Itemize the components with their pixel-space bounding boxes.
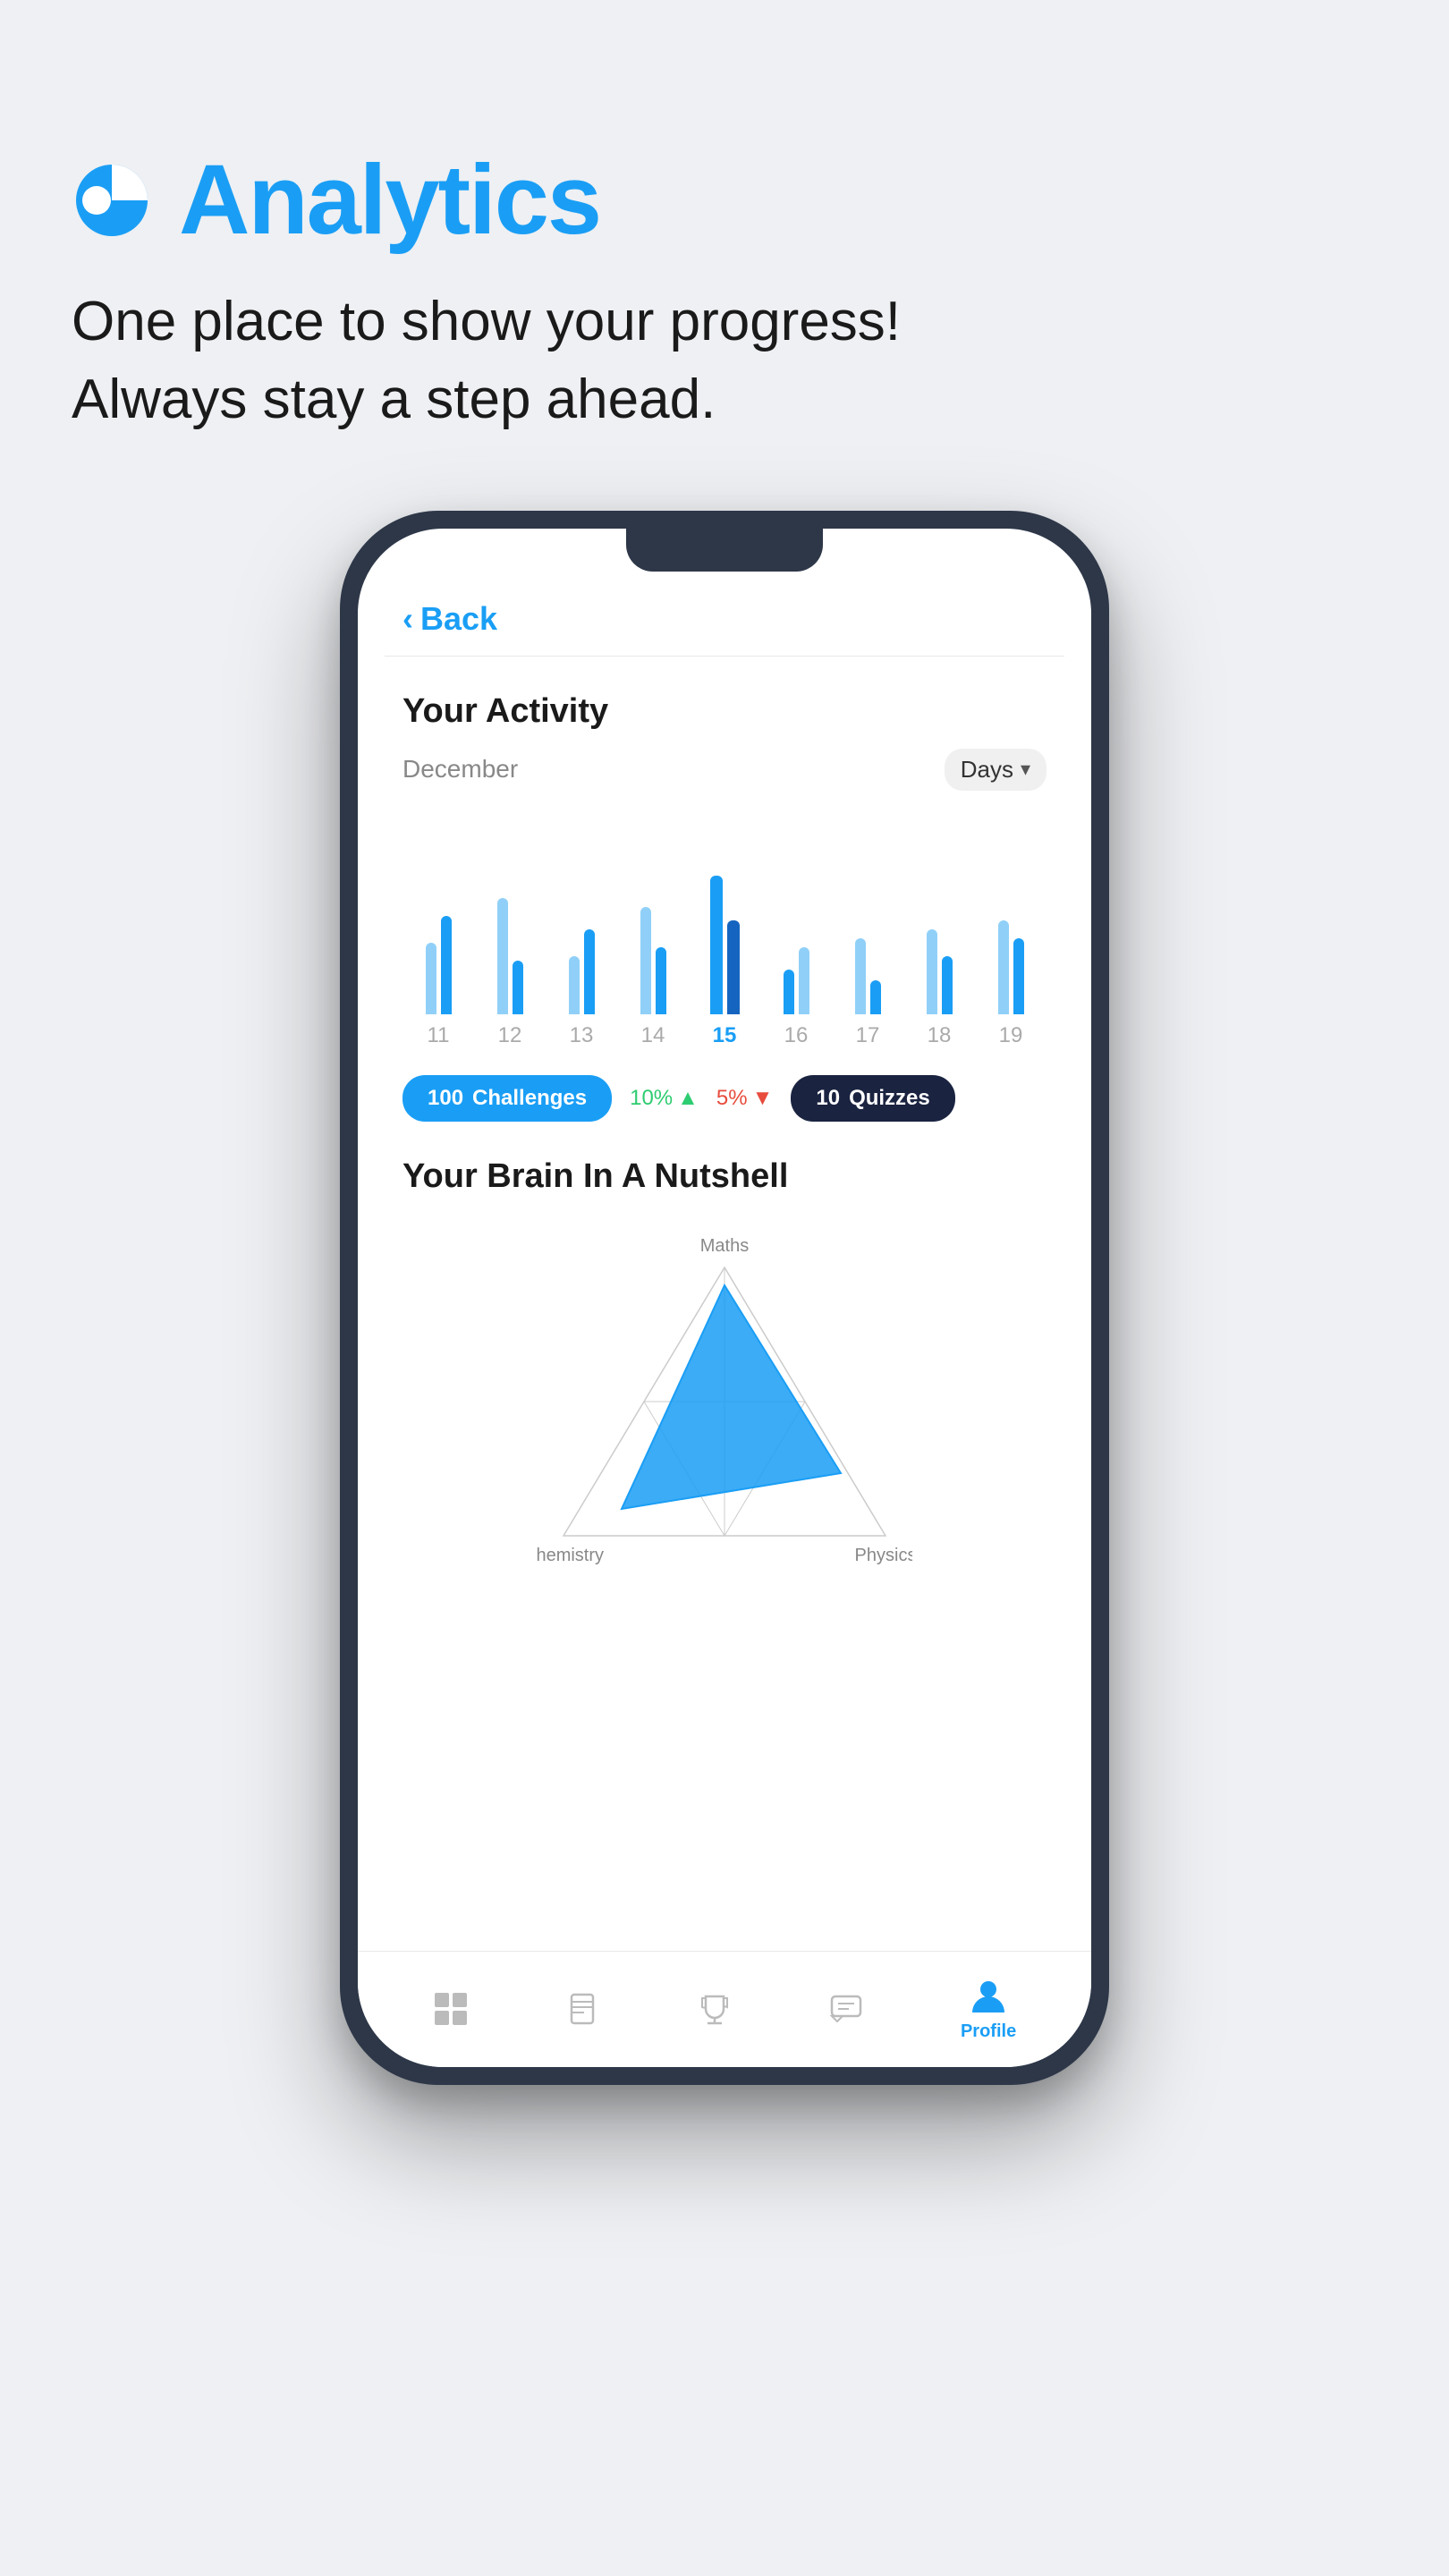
quizzes-pill: 10 Quizzes — [791, 1075, 954, 1122]
profile-label: Profile — [961, 2021, 1016, 2042]
bar-group-17 — [832, 938, 903, 1014]
nav-item-book[interactable] — [564, 1991, 600, 2027]
book-icon — [564, 1991, 600, 2027]
bar-group-15 — [689, 876, 760, 1014]
svg-text:Physics: Physics — [855, 1546, 912, 1565]
chat-icon — [828, 1991, 864, 2027]
period-selector[interactable]: Days ▾ — [945, 749, 1046, 791]
nav-item-chat[interactable] — [828, 1991, 864, 2027]
bar-group-18 — [903, 929, 975, 1014]
bar-labels: 11 12 13 14 15 16 17 18 19 — [402, 1023, 1046, 1048]
trophy-icon — [697, 1991, 733, 2027]
svg-text:Chemistry: Chemistry — [537, 1546, 604, 1565]
title-row: Analytics — [72, 143, 1377, 257]
page-wrapper: Analytics One place to show your progres… — [0, 0, 1449, 2174]
month-label: December — [402, 755, 518, 784]
back-chevron-icon: ‹ — [402, 600, 413, 638]
svg-text:Maths: Maths — [700, 1236, 749, 1256]
red-change: 5% ▼ — [716, 1086, 773, 1111]
bar-chart — [402, 818, 1046, 1014]
screen-content: ‹ Back Your Activity December Days ▾ — [358, 529, 1091, 1951]
nav-item-profile[interactable]: Profile — [961, 1977, 1016, 2042]
bar-group-19 — [975, 920, 1046, 1014]
bar-group-12 — [474, 898, 546, 1014]
back-button[interactable]: ‹ Back — [358, 582, 1091, 656]
phone-screen: ‹ Back Your Activity December Days ▾ — [358, 529, 1091, 2067]
phone-container: ‹ Back Your Activity December Days ▾ — [72, 511, 1377, 2085]
bottom-nav: Profile — [358, 1951, 1091, 2067]
profile-icon — [969, 1977, 1008, 2016]
grid-icon — [433, 1991, 469, 2027]
page-title: Analytics — [179, 143, 600, 257]
nutshell-section: Your Brain In A Nutshell Maths — [402, 1157, 1046, 1589]
analytics-icon — [72, 160, 152, 241]
chevron-down-icon: ▾ — [1021, 758, 1030, 781]
nav-item-home[interactable] — [433, 1991, 469, 2027]
bar-group-14 — [617, 907, 689, 1014]
activity-title: Your Activity — [402, 692, 1046, 731]
green-change: 10% ▲ — [630, 1086, 699, 1111]
nutshell-title: Your Brain In A Nutshell — [402, 1157, 1046, 1196]
section-content: Your Activity December Days ▾ — [358, 657, 1091, 1951]
activity-header: December Days ▾ — [402, 749, 1046, 791]
triangle-chart: Maths — [402, 1214, 1046, 1589]
challenges-pill: 100 Challenges — [402, 1075, 612, 1122]
bar-group-11 — [402, 916, 474, 1014]
bar-group-13 — [546, 929, 617, 1014]
phone-notch — [626, 529, 823, 572]
header-section: Analytics One place to show your progres… — [72, 143, 1377, 439]
bar-group-16 — [760, 947, 832, 1014]
phone-outer: ‹ Back Your Activity December Days ▾ — [340, 511, 1109, 2085]
stats-row: 100 Challenges 10% ▲ 5% ▼ — [402, 1075, 1046, 1122]
subtitle: One place to show your progress! Always … — [72, 284, 1377, 439]
nav-item-trophy[interactable] — [697, 1991, 733, 2027]
